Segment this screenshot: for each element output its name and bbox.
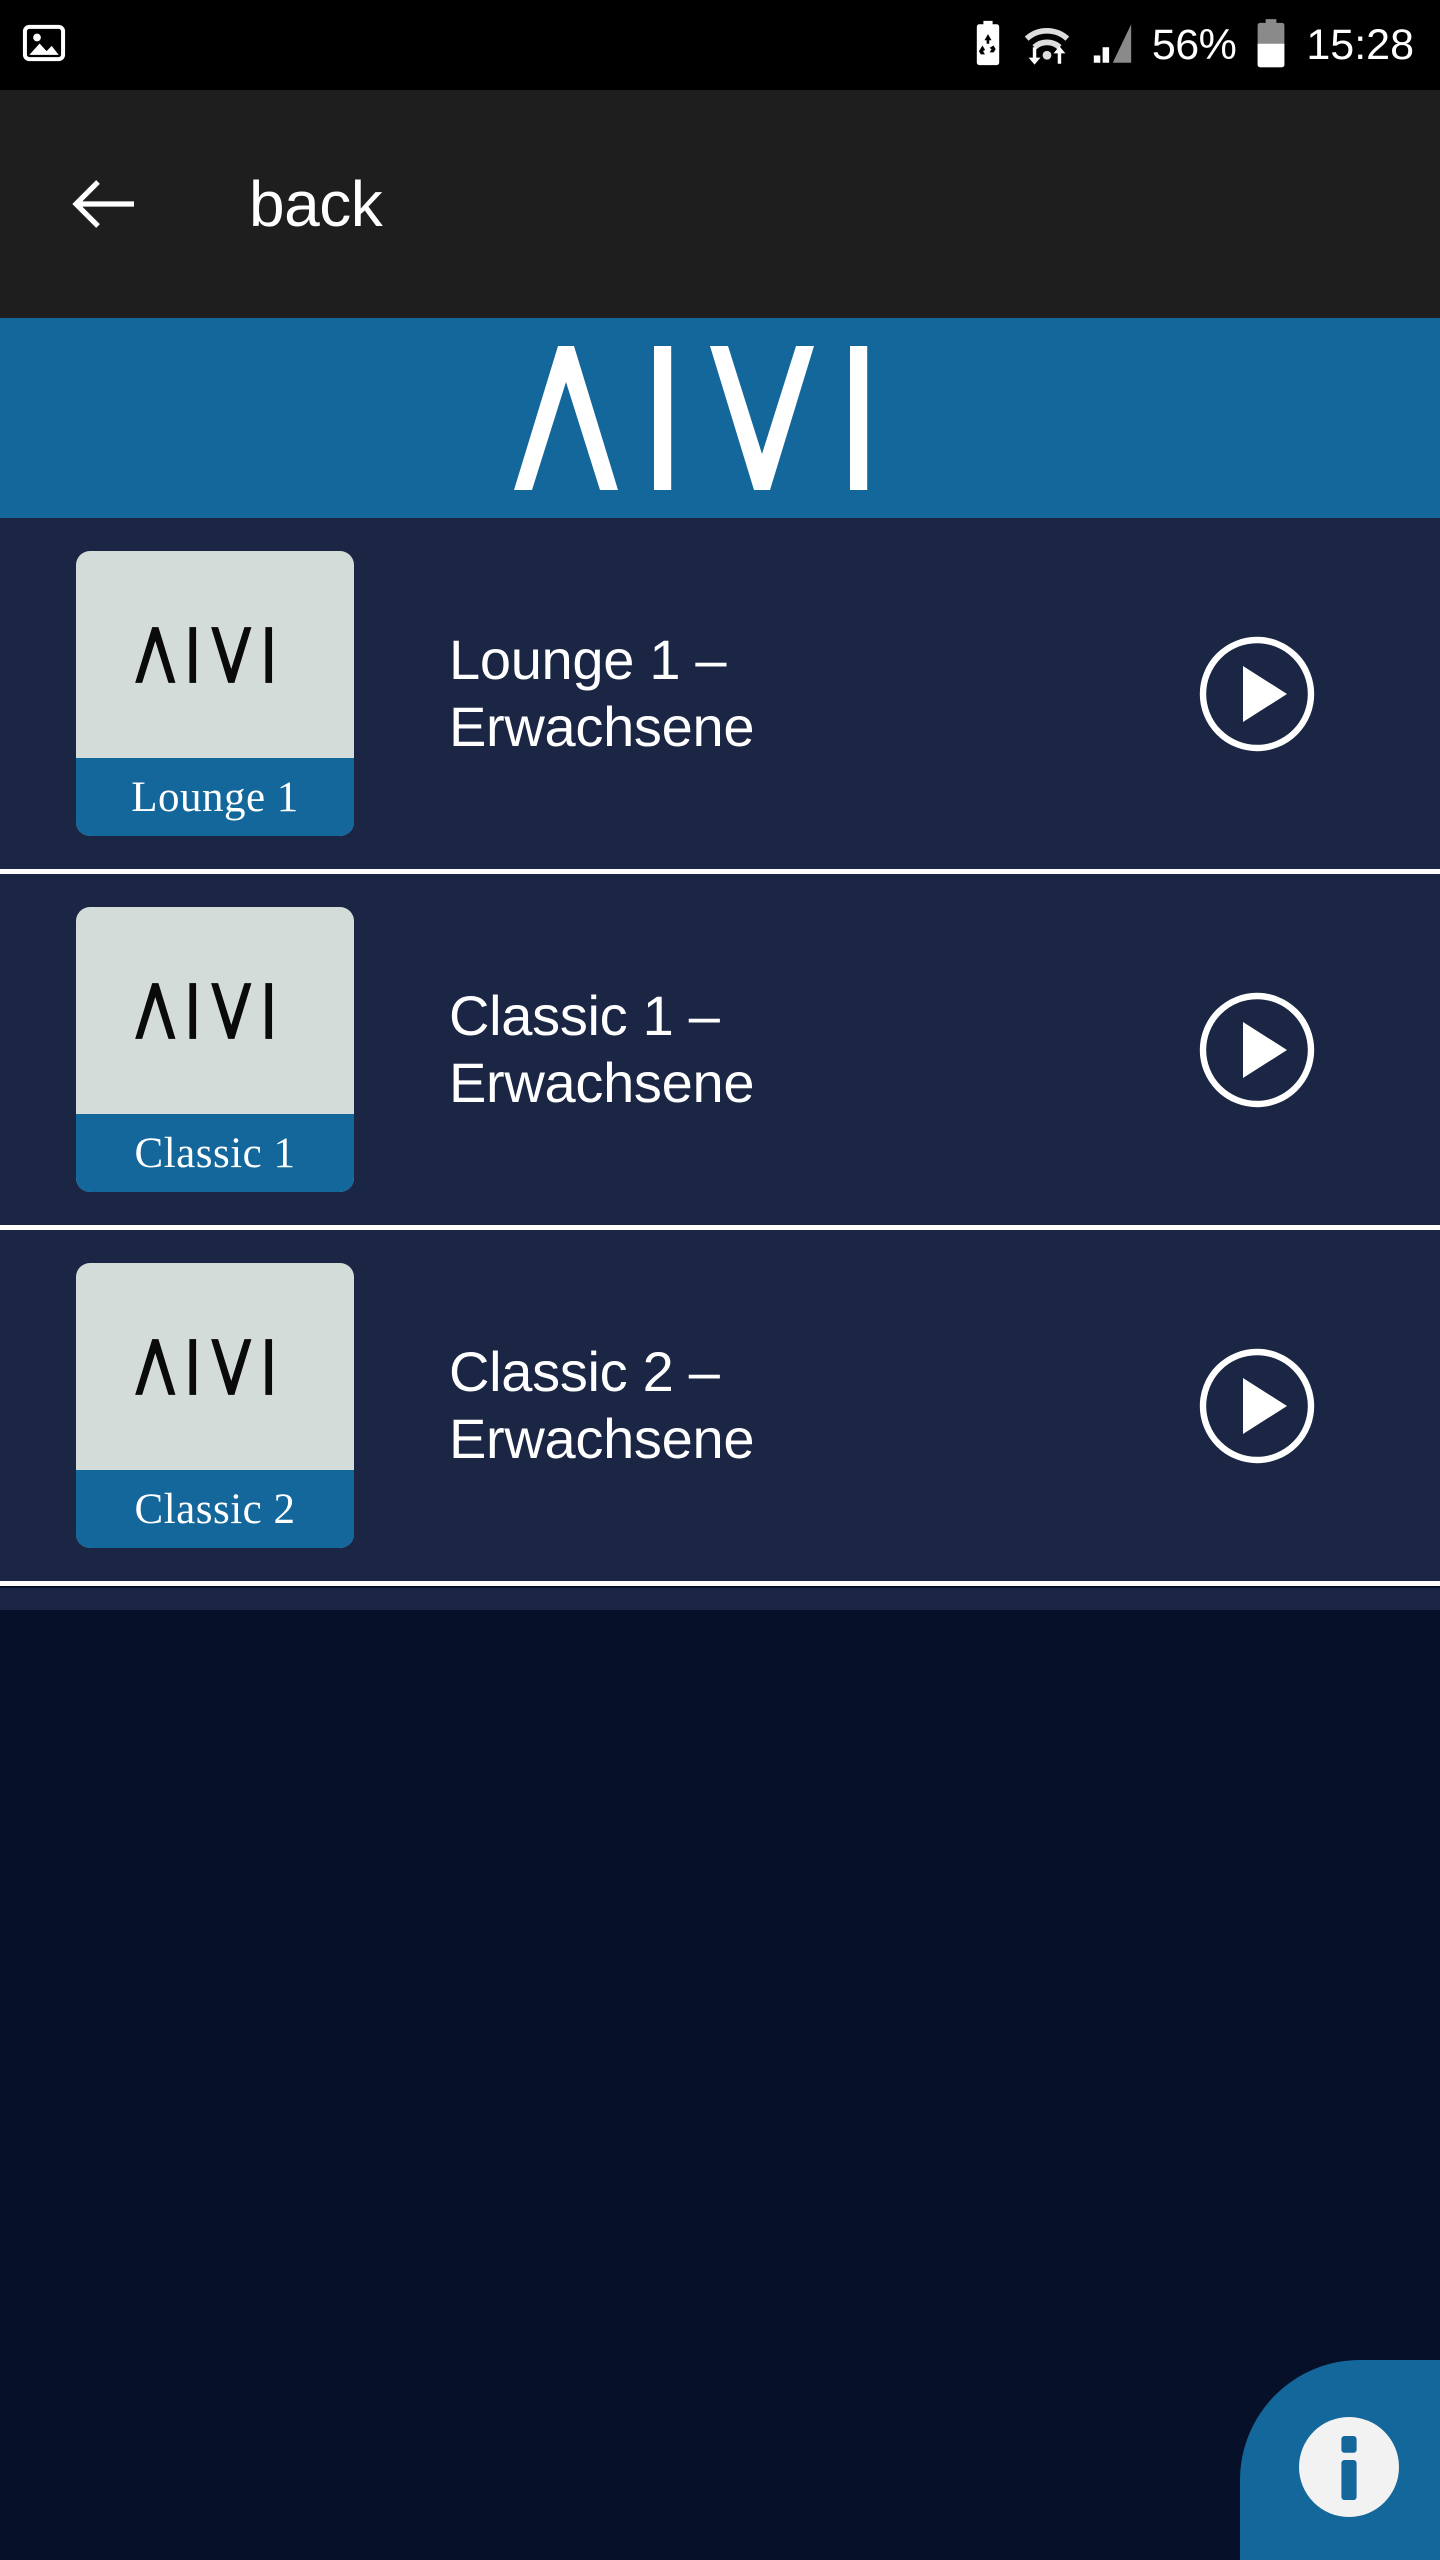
brand-banner: [0, 318, 1440, 518]
table-row[interactable]: Classic 2 Classic 2 – Erwachsene: [0, 1230, 1440, 1586]
wifi-transfer-icon: [1022, 20, 1072, 71]
battery-recycle-icon: [971, 20, 1005, 71]
battery-percent-label: 56%: [1151, 20, 1237, 69]
battery-icon: [1253, 18, 1289, 73]
channel-title: Lounge 1 – Erwachsene: [449, 628, 755, 758]
thumbnail-logo: [76, 907, 354, 1114]
aivi-logo: [510, 338, 930, 498]
thumbnail-label: Classic 2: [76, 1470, 354, 1548]
play-circle-icon[interactable]: [1197, 1346, 1317, 1466]
play-circle-icon[interactable]: [1197, 990, 1317, 1110]
screenshot-image-icon: [22, 21, 66, 70]
channel-title: Classic 2 – Erwachsene: [449, 1340, 755, 1470]
thumbnail-logo: [76, 1263, 354, 1470]
thumbnail-label: Classic 1: [76, 1114, 354, 1192]
list-item-partial[interactable]: [0, 1588, 1440, 1610]
channel-list[interactable]: Lounge 1 Lounge 1 – Erwachsene Classic 1…: [0, 518, 1440, 1588]
thumbnail-label: Lounge 1: [76, 758, 354, 836]
channel-thumbnail: Lounge 1: [76, 551, 354, 836]
info-button[interactable]: [1240, 2360, 1440, 2560]
app-bar: back: [0, 90, 1440, 318]
app-bar-title: back: [249, 168, 383, 240]
play-circle-icon[interactable]: [1197, 634, 1317, 754]
status-bar-left-icons: [22, 21, 66, 70]
thumbnail-logo: [76, 551, 354, 758]
table-row[interactable]: Classic 1 Classic 1 – Erwachsene: [0, 874, 1440, 1230]
channel-thumbnail: Classic 1: [76, 907, 354, 1192]
table-row[interactable]: Lounge 1 Lounge 1 – Erwachsene: [0, 518, 1440, 874]
arrow-left-icon[interactable]: [68, 168, 140, 240]
status-bar-right-icons: 56% 15:28: [971, 18, 1414, 73]
info-icon: [1277, 2395, 1403, 2526]
status-bar: 56% 15:28: [0, 0, 1440, 90]
channel-title: Classic 1 – Erwachsene: [449, 984, 755, 1114]
status-bar-clock: 15:28: [1306, 20, 1414, 69]
channel-thumbnail: Classic 2: [76, 1263, 354, 1548]
cellular-signal-icon: [1089, 21, 1135, 70]
